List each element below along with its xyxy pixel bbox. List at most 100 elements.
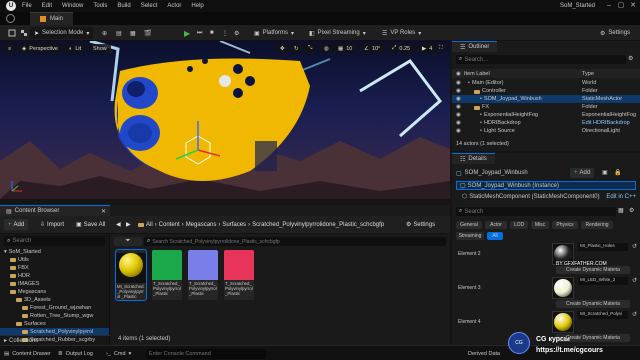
- settings-button[interactable]: ⚙ Settings: [596, 27, 634, 39]
- reset-icon[interactable]: ↺: [632, 311, 637, 318]
- tree-item[interactable]: HDR: [0, 272, 109, 280]
- tab-details[interactable]: ☷ Details: [452, 153, 495, 164]
- outliner-item-type[interactable]: Edit HDRIBackdrop: [582, 120, 630, 126]
- menu-file[interactable]: File: [22, 3, 32, 9]
- category-button[interactable]: General: [456, 221, 482, 229]
- menu-select[interactable]: Select: [141, 3, 158, 9]
- launch-icon[interactable]: ⚙: [230, 27, 243, 39]
- close-icon[interactable]: ✕: [628, 2, 638, 10]
- viewport-options-button[interactable]: ≡: [4, 44, 16, 53]
- outliner-row[interactable]: ◉ ▪ HDRIBackdrop Edit HDRIBackdrop: [452, 119, 640, 127]
- selection-mode-dropdown[interactable]: ➤ Selection Mode ▾: [30, 27, 94, 39]
- tree-item[interactable]: Surfaces: [0, 320, 109, 328]
- category-button[interactable]: Rendering: [581, 221, 613, 229]
- step-icon[interactable]: ⏭: [193, 27, 206, 39]
- derived-data-button[interactable]: Derived Data: [468, 349, 500, 359]
- cb-settings-button[interactable]: ⚙ Settings: [402, 219, 439, 230]
- reset-icon[interactable]: ↺: [632, 277, 637, 284]
- translate-icon[interactable]: ✥: [276, 44, 289, 53]
- menu-build[interactable]: Build: [117, 3, 130, 9]
- material-selector[interactable]: MI_Plastic_Holes: [578, 243, 628, 251]
- details-search-input[interactable]: ⌕ Search: [456, 207, 616, 216]
- lock-icon[interactable]: 🔒: [614, 169, 621, 176]
- create-dynamic-material-button[interactable]: Create Dynamic Materia: [556, 266, 630, 274]
- outliner-row[interactable]: ◉ ▪ ExponentialHeightFog ExponentialHeightF…: [452, 111, 640, 119]
- close-icon[interactable]: ✕: [101, 208, 106, 215]
- category-button[interactable]: Streaming: [456, 232, 484, 240]
- col-type[interactable]: Type: [582, 71, 594, 77]
- component-row[interactable]: ⬡ StaticMeshComponent (StaticMeshCompone…: [462, 192, 636, 201]
- menu-actor[interactable]: Actor: [167, 3, 181, 9]
- outliner-row[interactable]: ◉ ▪ Main (Editor) World: [452, 79, 640, 87]
- instance-row[interactable]: ▢ SOM_Joypad_Winbush (Instance): [456, 181, 636, 190]
- outliner-row[interactable]: ◉ Controller Folder: [452, 87, 640, 95]
- material-selector[interactable]: MI_Scratched_Polyvi: [578, 311, 628, 319]
- outliner-search-input[interactable]: ⌕ Search...: [456, 55, 626, 64]
- col-item-label[interactable]: Item Label: [464, 71, 490, 77]
- show-button[interactable]: Show: [89, 44, 111, 53]
- material-thumbnail[interactable]: [552, 277, 574, 299]
- add-actor-icon[interactable]: ⊕: [98, 27, 111, 39]
- scale-snap-button[interactable]: ⤢ 0.25: [388, 44, 415, 53]
- visibility-icon[interactable]: ◉: [456, 128, 461, 134]
- sequencer-icon[interactable]: ▦: [126, 27, 140, 39]
- cmd-dropdown[interactable]: ›_ Cmd ▾: [106, 349, 131, 359]
- outliner-row[interactable]: ◉ ▪ Light Source DirectionalLight: [452, 127, 640, 135]
- tab-content-browser[interactable]: ▤ Content Browser ✕: [0, 205, 110, 216]
- blueprint-icon[interactable]: ▤: [112, 27, 126, 39]
- minimize-icon[interactable]: –: [604, 2, 614, 10]
- save-all-button[interactable]: ▣ Save All: [72, 219, 109, 230]
- tab-outliner[interactable]: ☰ Outliner: [452, 41, 498, 52]
- history-forward-icon[interactable]: ▶: [122, 219, 135, 230]
- visibility-icon[interactable]: ◉: [456, 112, 461, 118]
- cinematics-icon[interactable]: 🎬: [140, 27, 155, 39]
- outliner-row[interactable]: ◉ FX Folder: [452, 103, 640, 111]
- category-button[interactable]: LOD: [510, 221, 528, 229]
- maximize-icon[interactable]: ▢: [616, 2, 626, 10]
- lit-button[interactable]: ◐ Lit: [65, 44, 86, 53]
- reset-icon[interactable]: ↺: [632, 243, 637, 250]
- collections-header[interactable]: ▸ Collections: [0, 335, 110, 345]
- blueprint-icon[interactable]: ▣: [602, 169, 608, 176]
- menu-tools[interactable]: Tools: [93, 3, 107, 9]
- asset-search-input[interactable]: ⌕ Search Scratched_Polyvinylpyrrolidone_…: [144, 237, 446, 246]
- tree-item[interactable]: Utils: [0, 256, 109, 264]
- asset-tile[interactable]: T_Scratched_Polyvinylpyrrol _Plastic: [152, 250, 182, 300]
- output-log-button[interactable]: ≣ Output Log: [58, 349, 93, 359]
- category-button[interactable]: All: [487, 232, 503, 240]
- vp-roles-dropdown[interactable]: ☰ VP Roles ▾: [378, 27, 425, 39]
- ue-home-icon[interactable]: [6, 14, 15, 23]
- visibility-icon[interactable]: ◉: [456, 96, 461, 102]
- edit-in-cpp-link[interactable]: Edit in C++: [606, 194, 636, 200]
- unreal-logo-icon[interactable]: U: [6, 1, 16, 11]
- rotation-snap-button[interactable]: ∠ 10°: [360, 44, 385, 53]
- stop-icon[interactable]: ■: [206, 27, 218, 39]
- visibility-icon[interactable]: ◉: [456, 80, 461, 86]
- scale-icon[interactable]: ⤡: [304, 44, 317, 53]
- tree-item[interactable]: FBX: [0, 264, 109, 272]
- asset-tile[interactable]: T_Scratched_Polyvinylpyrrol _Plastic: [188, 250, 218, 300]
- tree-root[interactable]: ▾ SoM_Started: [0, 248, 109, 256]
- menu-edit[interactable]: Edit: [42, 3, 52, 9]
- outliner-settings-icon[interactable]: ⚙: [628, 55, 633, 62]
- visibility-icon[interactable]: ◉: [456, 104, 461, 110]
- tree-item[interactable]: IMAGES: [0, 280, 109, 288]
- breadcrumb-all[interactable]: All: [146, 222, 153, 228]
- breadcrumb-surfaces[interactable]: Surfaces: [222, 222, 246, 228]
- import-button[interactable]: ⇩ Import: [36, 219, 68, 230]
- visibility-icon[interactable]: ◉: [456, 120, 461, 126]
- visibility-icon[interactable]: ◉: [456, 88, 461, 94]
- tab-main[interactable]: Main: [30, 12, 74, 25]
- asset-tile[interactable]: T_Scratched_Polyvinylpyrrol _Plastic: [224, 250, 254, 300]
- content-drawer-button[interactable]: ▤ Content Drawer: [4, 349, 51, 359]
- world-local-icon[interactable]: ◍: [320, 44, 333, 53]
- console-input[interactable]: Enter Console Command: [146, 349, 266, 359]
- material-selector[interactable]: MI_LED_White_2: [578, 277, 628, 285]
- tree-item[interactable]: Forest_Ground_wjzwhan: [0, 304, 109, 312]
- platforms-dropdown[interactable]: ▣ Platforms ▾: [250, 27, 298, 39]
- breadcrumb-content[interactable]: Content: [159, 222, 180, 228]
- add-component-button[interactable]: + Add: [570, 168, 595, 178]
- breadcrumb-megascans[interactable]: Megascans: [186, 222, 217, 228]
- add-button[interactable]: + Add: [4, 219, 29, 230]
- category-button[interactable]: Actor: [485, 221, 507, 229]
